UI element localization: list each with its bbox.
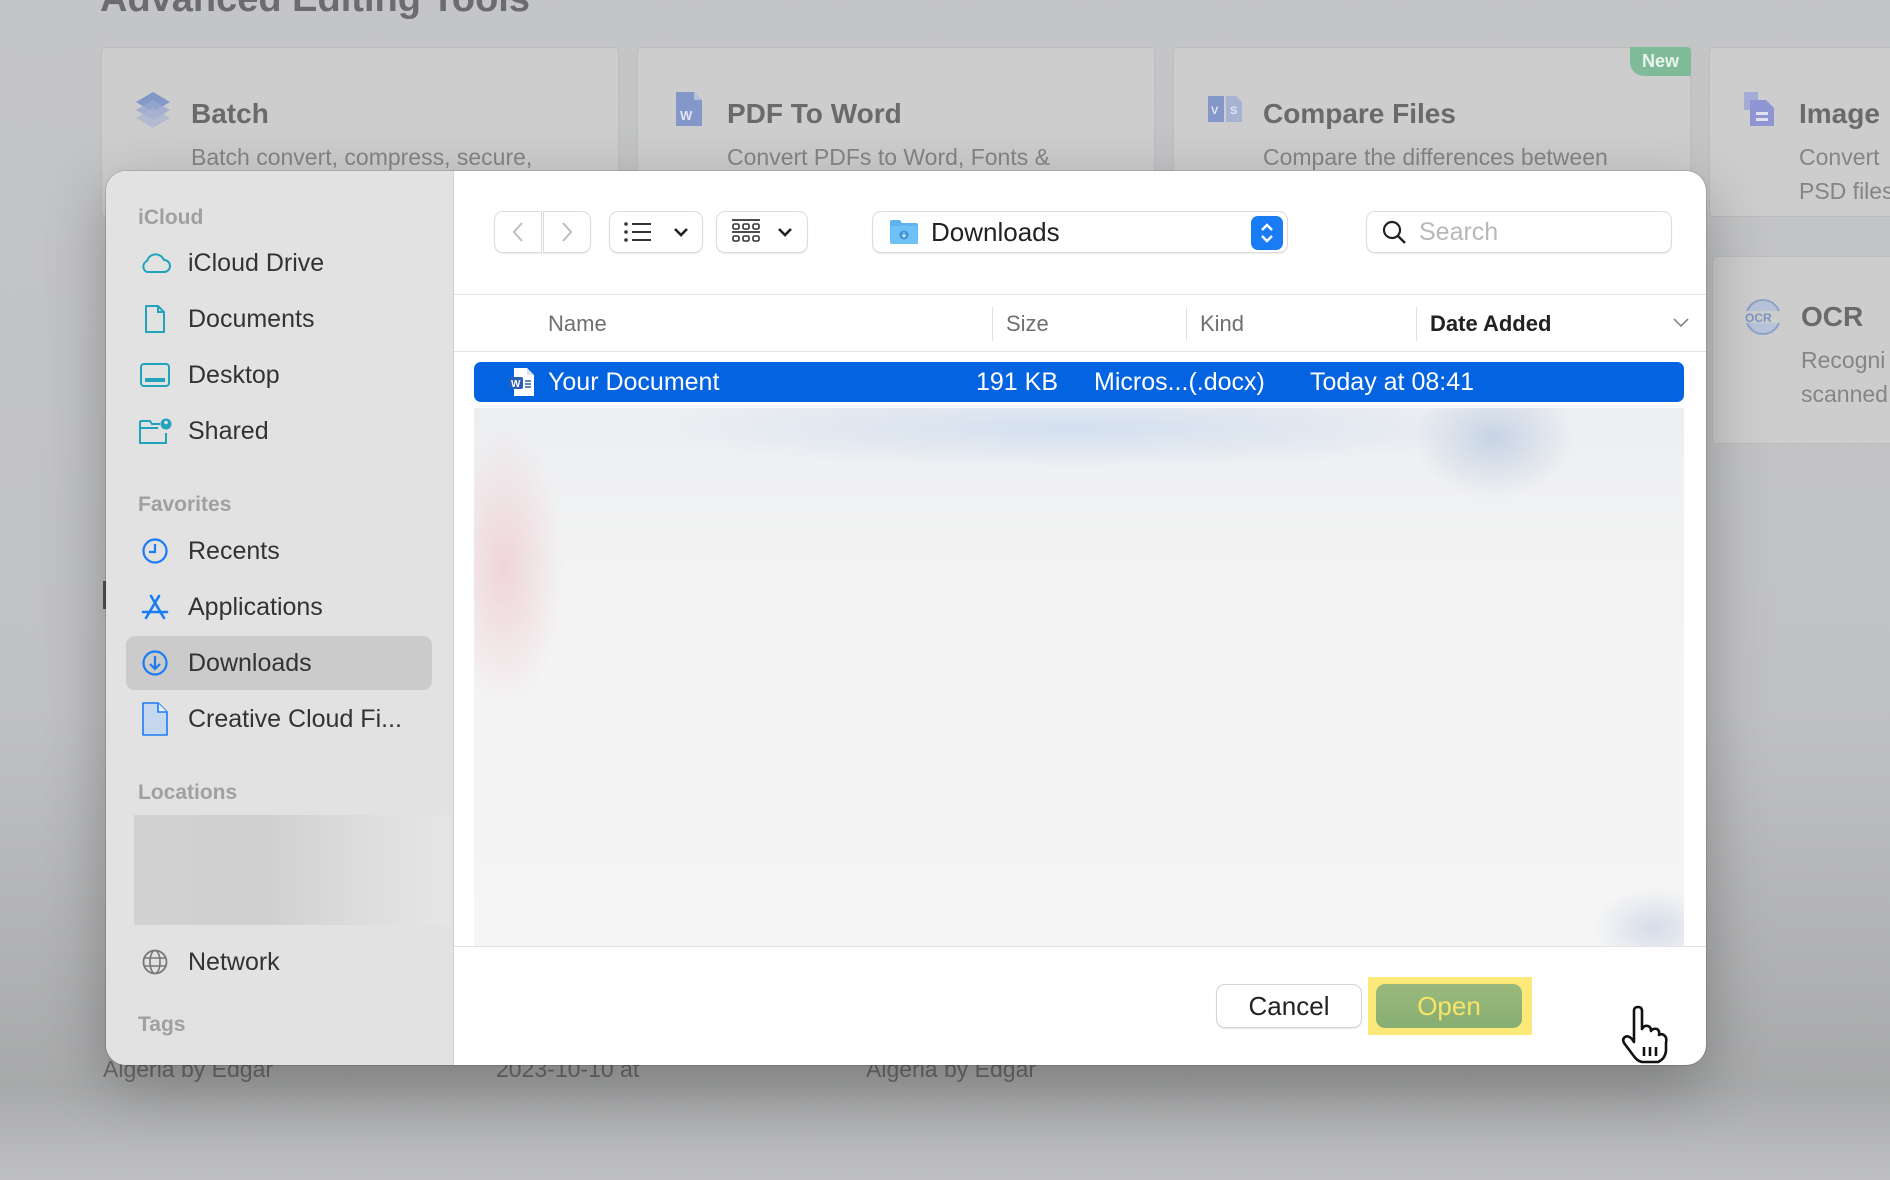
file-row[interactable]: W Your Document 191 KB Micros...(.docx) …	[474, 362, 1684, 402]
tool-name: Image	[1799, 98, 1880, 129]
sidebar-item-label: Documents	[188, 304, 315, 333]
downloads-folder-icon	[890, 220, 918, 244]
redacted-locations	[134, 815, 450, 925]
redacted-file-list	[474, 408, 1684, 946]
tool-description: Convert PDFs to Word, Fonts &	[727, 144, 1050, 170]
tool-description: Compare the differences between	[1263, 144, 1608, 170]
forward-button[interactable]	[543, 211, 591, 253]
hand-cursor-icon	[1621, 1005, 1668, 1064]
chevron-left-icon	[512, 222, 523, 242]
sidebar-item-label: iCloud Drive	[188, 248, 325, 277]
tool-description: Convert PSD files	[1799, 144, 1890, 204]
sidebar-item-label: Shared	[188, 416, 269, 445]
sidebar-section-favorites: Favorites	[138, 493, 232, 516]
svg-text:W: W	[511, 379, 521, 390]
up-down-chevron-icon	[1261, 223, 1273, 243]
sidebar-item-desktop[interactable]: Desktop	[126, 348, 432, 402]
clock-icon	[138, 534, 172, 568]
chevron-right-icon	[562, 222, 573, 242]
image-file-icon	[1744, 92, 1774, 126]
sidebar-item-label: Recents	[188, 536, 280, 565]
word-document-icon: W	[509, 368, 534, 396]
search-icon	[1382, 220, 1406, 244]
sidebar-item-network[interactable]: Network	[126, 935, 432, 989]
column-name[interactable]: Name	[548, 295, 607, 352]
search-input[interactable]	[1419, 217, 1649, 247]
location-popup[interactable]: Downloads	[872, 211, 1288, 253]
sidebar-item-label: Network	[188, 947, 280, 976]
tool-name: OCR	[1801, 301, 1864, 332]
list-view-button[interactable]	[609, 211, 703, 253]
svg-text:OCR: OCR	[1745, 311, 1772, 325]
sidebar-item-label: Applications	[188, 592, 323, 621]
sidebar-item-shared[interactable]: Shared	[126, 404, 432, 458]
search-field[interactable]	[1366, 211, 1672, 253]
current-folder-label: Downloads	[931, 216, 1060, 247]
tool-description: Recogni scanned	[1801, 347, 1888, 407]
column-header: Name Size Kind Date Added	[454, 295, 1706, 352]
tool-name: PDF To Word	[727, 98, 902, 129]
chevron-down-icon	[778, 228, 792, 237]
sort-descending-icon[interactable]	[1672, 317, 1690, 329]
sidebar-item-label: Downloads	[188, 648, 312, 677]
open-file-dialog: iCloud iCloud Drive Documents Desktop Sh…	[106, 171, 1706, 1065]
toolbar: Downloads	[454, 171, 1706, 295]
tool-card-image[interactable]: Image Convert PSD files	[1709, 47, 1890, 217]
file-browser: Downloads Name Size Kind Date Added	[454, 171, 1706, 1065]
shared-folder-icon	[138, 414, 172, 448]
globe-icon	[138, 945, 172, 979]
svg-text:S: S	[1230, 105, 1237, 117]
new-badge: New	[1629, 47, 1691, 76]
group-view-button[interactable]	[716, 211, 808, 253]
column-size[interactable]: Size	[1006, 295, 1049, 352]
file-size: 191 KB	[976, 368, 1059, 396]
sidebar-section-locations: Locations	[138, 781, 238, 804]
column-divider[interactable]	[992, 307, 993, 341]
footer-divider	[454, 946, 1706, 947]
sidebar-item-label: Creative Cloud Fi...	[188, 704, 402, 733]
download-icon	[138, 646, 172, 680]
sidebar-item-icloud-drive[interactable]: iCloud Drive	[126, 236, 432, 290]
ocr-icon: OCR	[1743, 299, 1783, 335]
tool-description: Batch convert, compress, secure,	[191, 144, 533, 170]
section-title: Advanced Editing Tools	[100, 0, 530, 21]
sidebar-section-tags: Tags	[138, 1013, 186, 1036]
sidebar-item-creative-cloud-files[interactable]: Creative Cloud Fi...	[126, 692, 432, 746]
grid-icon	[732, 219, 760, 242]
column-date-added[interactable]: Date Added	[1430, 295, 1551, 352]
column-kind[interactable]: Kind	[1200, 295, 1244, 352]
cloud-icon	[138, 246, 172, 280]
applications-icon	[138, 590, 172, 624]
column-divider[interactable]	[1186, 307, 1187, 341]
tool-card-ocr[interactable]: OCR OCR Recogni scanned	[1712, 256, 1890, 444]
sidebar-item-label: Desktop	[188, 360, 280, 389]
sidebar-item-applications[interactable]: Applications	[126, 580, 432, 634]
back-button[interactable]	[494, 211, 542, 253]
document-icon	[138, 302, 172, 336]
chevron-down-icon	[674, 228, 688, 237]
list-icon	[624, 222, 651, 242]
open-button[interactable]: Open	[1376, 984, 1522, 1028]
compare-icon: V S	[1208, 96, 1242, 122]
file-kind: Micros...(.docx)	[1094, 368, 1265, 396]
tool-name: Compare Files	[1263, 98, 1456, 129]
svg-text:W: W	[680, 108, 693, 123]
sidebar-section-icloud: iCloud	[138, 206, 204, 229]
tool-name: Batch	[191, 98, 269, 129]
svg-text:V: V	[1211, 105, 1219, 117]
file-date-added: Today at 08:41	[1310, 368, 1475, 396]
cancel-button[interactable]: Cancel	[1216, 984, 1362, 1028]
file-icon	[138, 702, 172, 736]
sidebar-item-recents[interactable]: Recents	[126, 524, 432, 578]
sidebar-item-downloads[interactable]: Downloads	[126, 636, 432, 690]
sidebar-item-documents[interactable]: Documents	[126, 292, 432, 346]
column-divider[interactable]	[1416, 307, 1417, 341]
desktop-icon	[138, 358, 172, 392]
file-name: Your Document	[548, 368, 720, 396]
word-file-icon: W	[676, 92, 702, 126]
sidebar: iCloud iCloud Drive Documents Desktop Sh…	[106, 171, 454, 1065]
layers-icon	[136, 92, 170, 128]
location-stepper[interactable]	[1251, 216, 1283, 250]
